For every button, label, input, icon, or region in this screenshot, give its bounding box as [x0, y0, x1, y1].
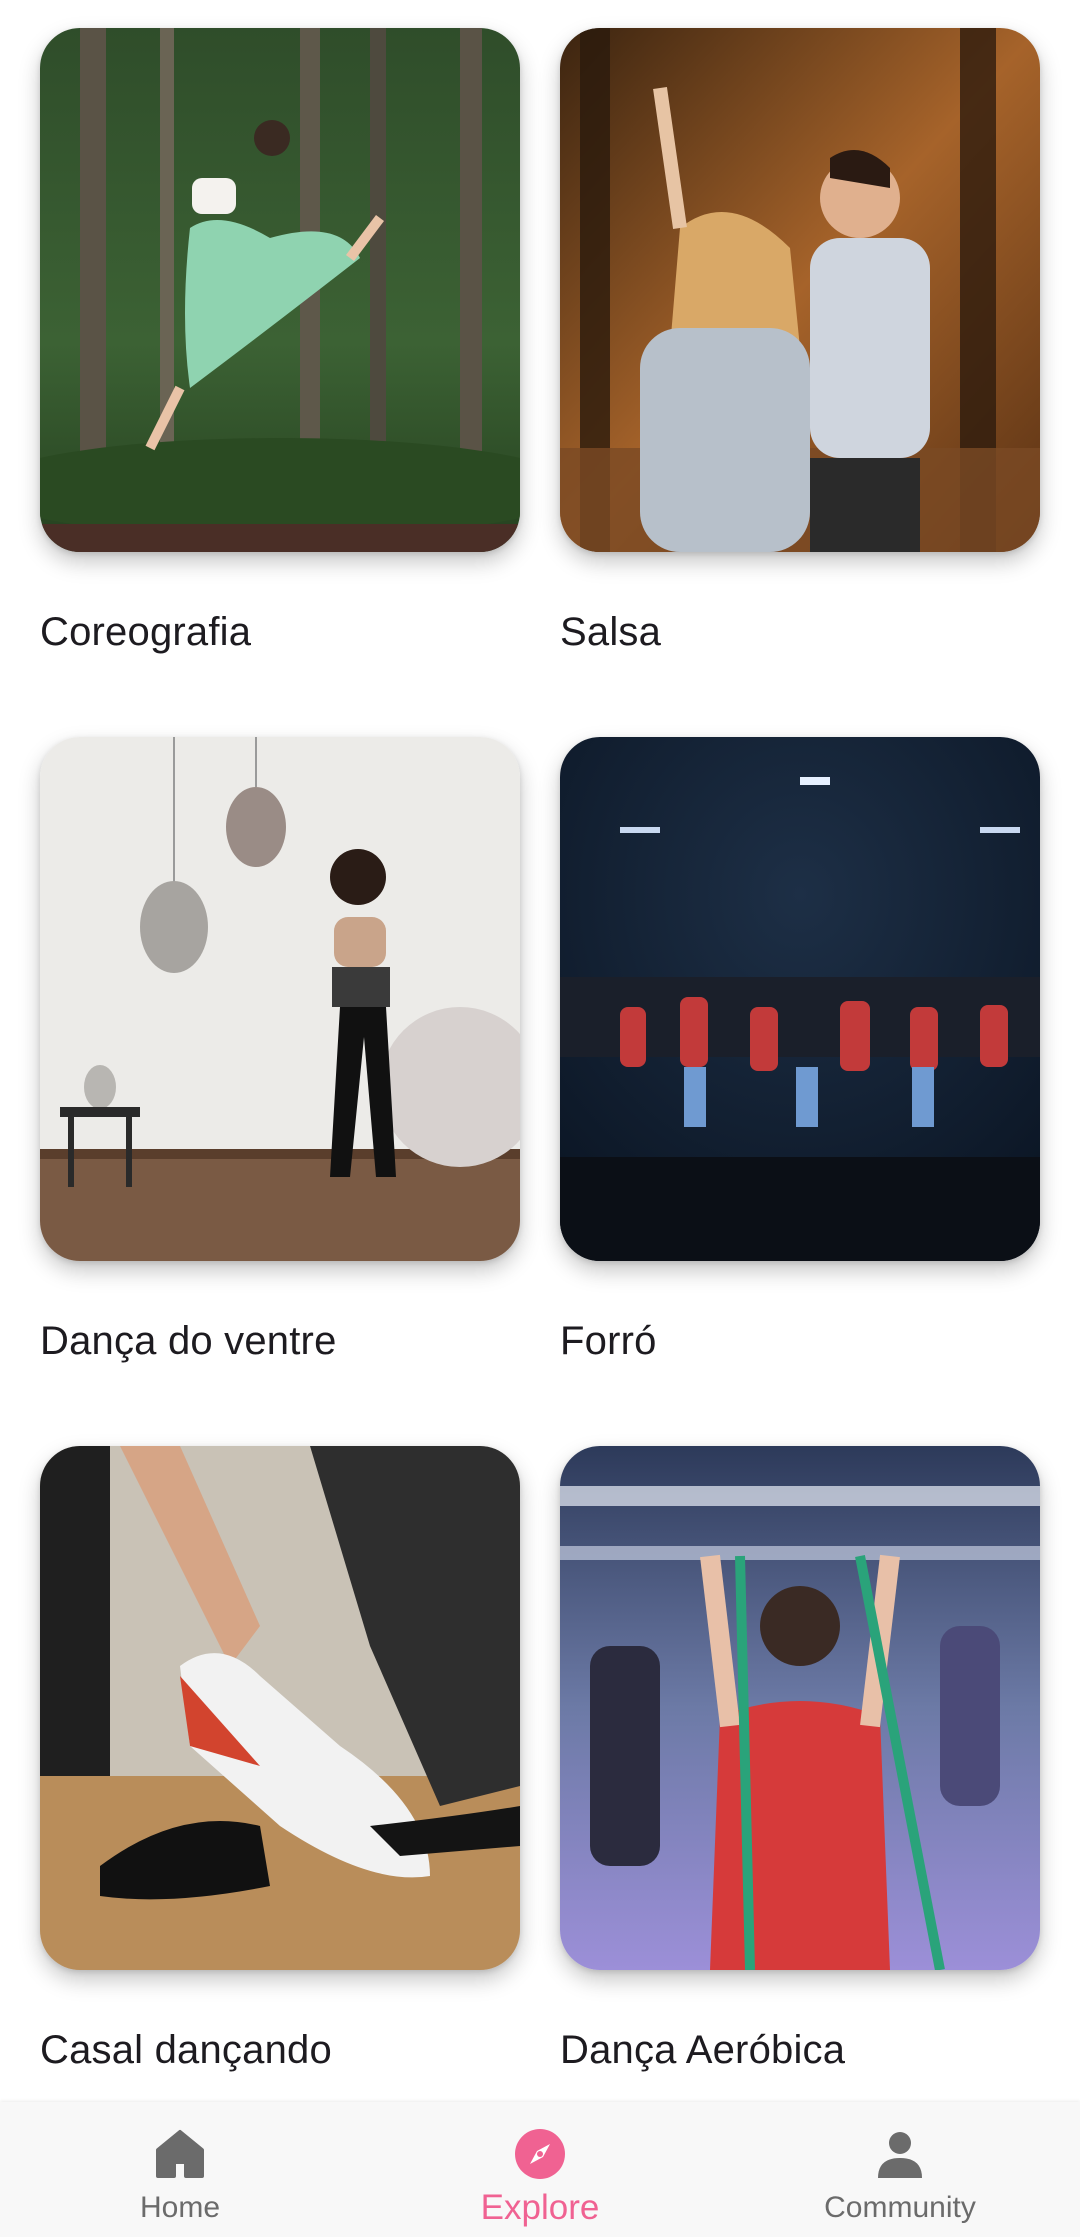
- category-card-salsa[interactable]: Salsa: [560, 28, 1040, 737]
- category-card-danca-aerobica[interactable]: Dança Aeróbica: [560, 1446, 1040, 2155]
- category-grid: Coreografia Salsa Dança do ventre Forró …: [40, 28, 1040, 2155]
- person-icon: [878, 2132, 922, 2178]
- category-title: Forró: [560, 1319, 657, 1363]
- category-card-danca-do-ventre[interactable]: Dança do ventre: [40, 737, 520, 1446]
- nav-label: Community: [824, 2191, 976, 2224]
- category-image-coreografia[interactable]: [40, 28, 520, 552]
- category-image-danca-do-ventre[interactable]: [40, 737, 520, 1261]
- nav-label: Explore: [480, 2188, 600, 2227]
- category-card-forro[interactable]: Forró: [560, 737, 1040, 1446]
- nav-item-explore[interactable]: Explore: [360, 2102, 720, 2237]
- category-image-forro[interactable]: [560, 737, 1040, 1261]
- nav-item-home[interactable]: Home: [0, 2102, 360, 2237]
- category-card-casal-dancando[interactable]: Casal dançando: [40, 1446, 520, 2155]
- category-card-coreografia[interactable]: Coreografia: [40, 28, 520, 737]
- bottom-navigation: Home Explore Community: [0, 2102, 1080, 2237]
- nav-label: Home: [139, 2191, 221, 2224]
- category-image-casal-dancando[interactable]: [40, 1446, 520, 1970]
- compass-icon: [515, 2129, 565, 2179]
- category-title: Salsa: [560, 610, 662, 654]
- category-title: Coreografia: [40, 610, 252, 654]
- category-image-danca-aerobica[interactable]: [560, 1446, 1040, 1970]
- nav-item-community[interactable]: Community: [720, 2102, 1080, 2237]
- category-image-salsa[interactable]: [560, 28, 1040, 552]
- category-title: Casal dançando: [40, 2028, 332, 2072]
- category-title: Dança Aeróbica: [560, 2028, 846, 2072]
- category-title: Dança do ventre: [40, 1319, 337, 1363]
- home-icon: [156, 2130, 204, 2178]
